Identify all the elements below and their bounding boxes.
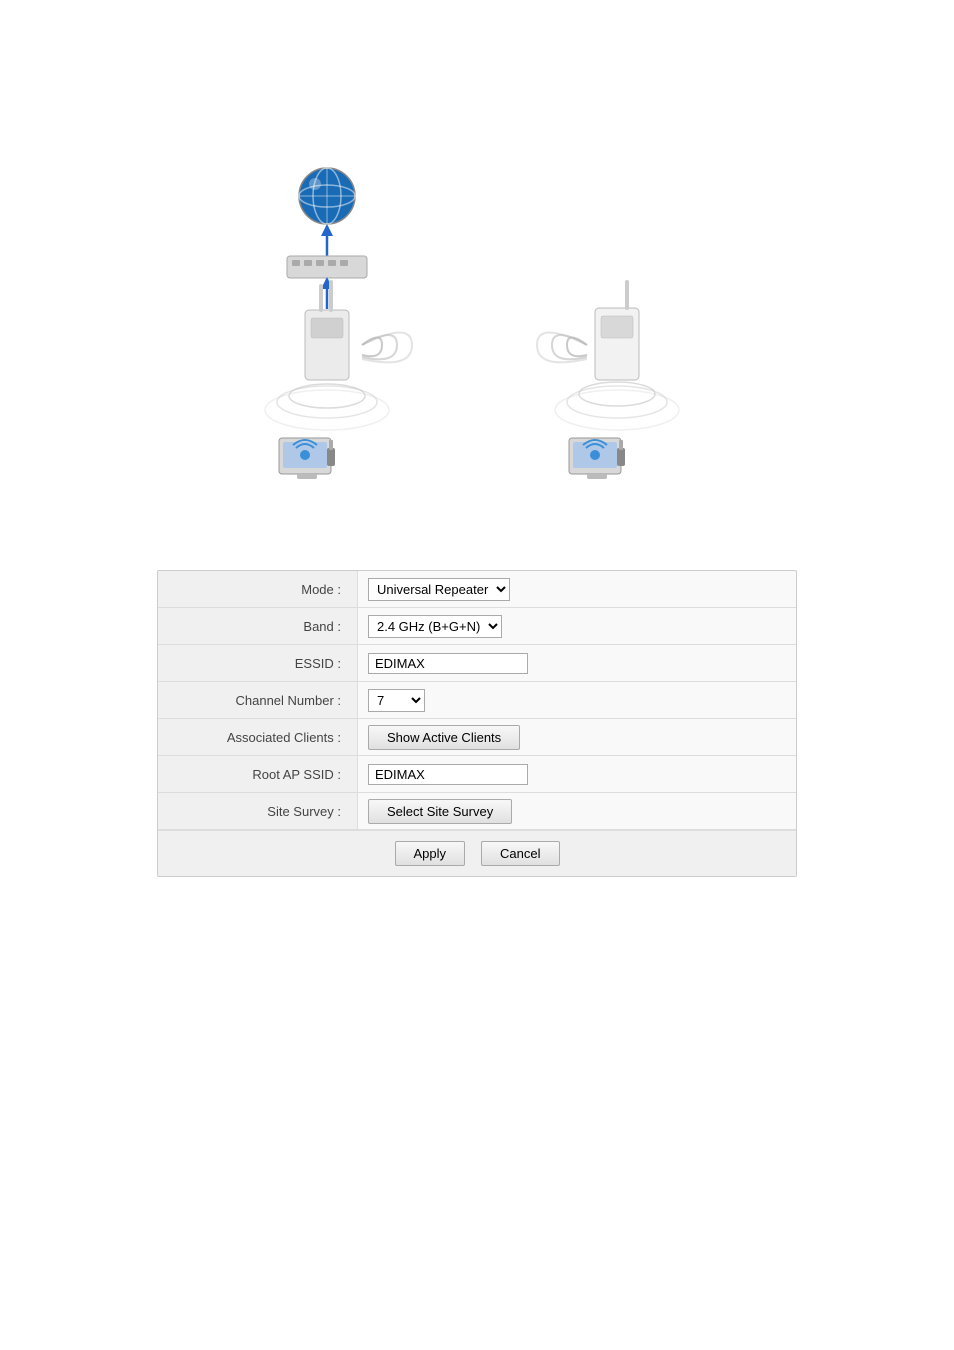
root-ap-input[interactable] [368,764,528,785]
show-active-clients-button[interactable]: Show Active Clients [368,725,520,750]
band-label: Band : [158,608,358,644]
mode-value: Universal Repeater Access Point Client B… [358,574,796,605]
assoc-clients-value: Show Active Clients [358,721,796,754]
root-ap-row: Root AP SSID : [158,756,796,793]
band-row: Band : 2.4 GHz (B+G+N) 5 GHz [158,608,796,645]
essid-label: ESSID : [158,645,358,681]
site-survey-row: Site Survey : Select Site Survey [158,793,796,830]
assoc-clients-label: Associated Clients : [158,719,358,755]
band-value: 2.4 GHz (B+G+N) 5 GHz [358,611,796,642]
apply-button[interactable]: Apply [395,841,466,866]
wifi-settings-form: Mode : Universal Repeater Access Point C… [157,570,797,877]
channel-value: 1234 5678 9101112 13Auto [358,685,796,716]
channel-select[interactable]: 1234 5678 9101112 13Auto [368,689,425,712]
essid-input[interactable] [368,653,528,674]
mode-label: Mode : [158,571,358,607]
essid-value [358,649,796,678]
mode-select[interactable]: Universal Repeater Access Point Client B… [368,578,510,601]
channel-label: Channel Number : [158,682,358,718]
root-ap-value [358,760,796,789]
band-select[interactable]: 2.4 GHz (B+G+N) 5 GHz [368,615,502,638]
assoc-clients-row: Associated Clients : Show Active Clients [158,719,796,756]
select-site-survey-button[interactable]: Select Site Survey [368,799,512,824]
form-footer: Apply Cancel [158,830,796,876]
root-ap-label: Root AP SSID : [158,756,358,792]
channel-row: Channel Number : 1234 5678 9101112 13Aut… [158,682,796,719]
cancel-button[interactable]: Cancel [481,841,559,866]
site-survey-label: Site Survey : [158,793,358,829]
network-diagram [197,160,757,540]
essid-row: ESSID : [158,645,796,682]
site-survey-value: Select Site Survey [358,795,796,828]
mode-row: Mode : Universal Repeater Access Point C… [158,571,796,608]
